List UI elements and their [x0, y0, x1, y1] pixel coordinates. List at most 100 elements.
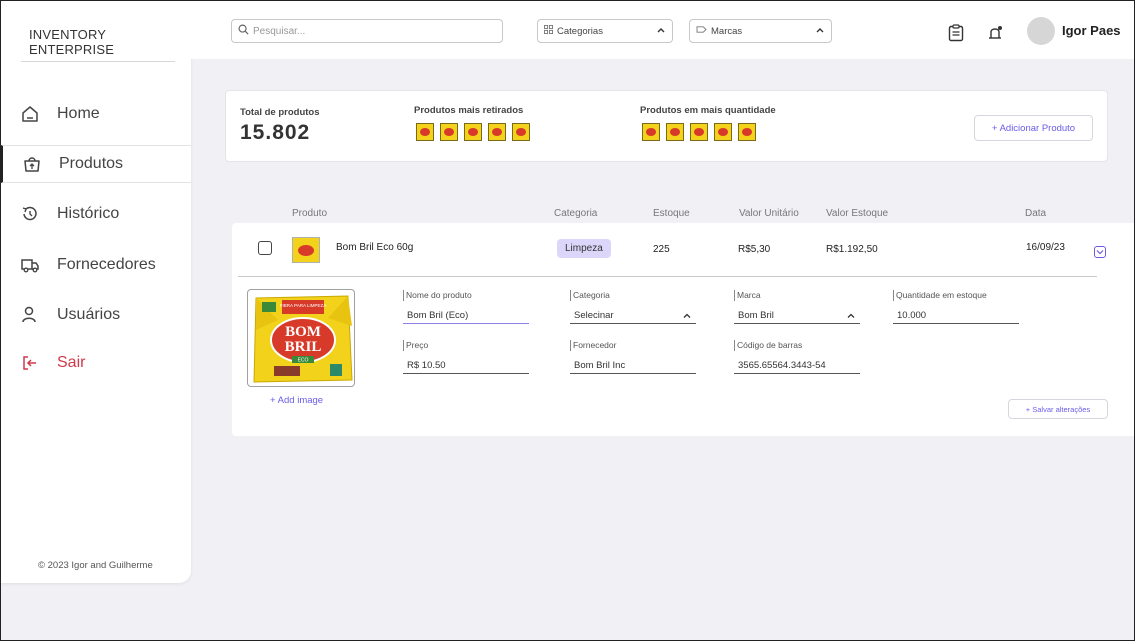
chevron-down-icon [1096, 250, 1104, 255]
divider [238, 276, 1097, 277]
search-input[interactable] [253, 25, 493, 37]
stock-quantity-input[interactable]: 10.000 [893, 307, 1019, 324]
brand-title: INVENTORY ENTERPRISE [29, 27, 115, 57]
product-thumbnail[interactable] [738, 123, 756, 141]
sidebar-item-produtos[interactable]: Produtos [1, 145, 191, 183]
product-thumbnail [292, 237, 320, 263]
search-box[interactable] [231, 19, 503, 43]
brand-select-value[interactable]: Bom Bril [734, 307, 860, 324]
home-icon [19, 103, 41, 125]
field-label: Preço [403, 340, 529, 351]
supplier-input[interactable]: Bom Bril Inc [570, 357, 696, 374]
chevron-up-icon [656, 26, 666, 37]
row-checkbox[interactable] [258, 241, 272, 255]
tag-icon [696, 25, 707, 37]
product-thumbnail[interactable] [464, 123, 482, 141]
column-header-stock: Estoque [653, 208, 690, 219]
product-image: FIBRA PARA LIMPEZA BOM BRIL ECO [247, 289, 355, 387]
product-thumbnail[interactable] [690, 123, 708, 141]
total-products-value: 15.802 [240, 121, 311, 144]
product-thumbnail[interactable] [488, 123, 506, 141]
sidebar-item-label: Home [57, 105, 100, 122]
column-header-stock-value: Valor Estoque [826, 208, 889, 219]
price-field[interactable]: Preço R$ 10.50 [403, 340, 529, 374]
product-thumbnail[interactable] [714, 123, 732, 141]
sidebar-item-home[interactable]: Home [1, 95, 191, 133]
brand-select[interactable]: Marca Bom Bril [734, 290, 860, 324]
row-date: 16/09/23 [1026, 242, 1065, 253]
package-brand-line2: BRIL [285, 339, 322, 355]
most-withdrawn-thumbnails [416, 123, 530, 141]
supplier-field[interactable]: Fornecedor Bom Bril Inc [570, 340, 696, 374]
barcode-field[interactable]: Código de barras 3565.65564.3443-54 [734, 340, 860, 374]
grid-icon [544, 25, 553, 37]
avatar[interactable] [1027, 17, 1055, 45]
row-stock: 225 [653, 244, 670, 255]
chevron-up-icon [847, 313, 855, 318]
chevron-up-icon [815, 26, 825, 37]
package-sub: ECO [298, 358, 309, 364]
add-product-button[interactable]: + Adicionar Produto [974, 115, 1093, 141]
collapse-row-button[interactable] [1094, 246, 1106, 258]
sidebar-item-usuarios[interactable]: Usuários [1, 296, 191, 334]
truck-icon [19, 254, 41, 276]
field-label: Categoria [570, 290, 696, 301]
bell-icon[interactable] [986, 23, 1006, 43]
column-header-product: Produto [292, 208, 328, 219]
bag-icon [21, 153, 43, 175]
chevron-up-icon [683, 313, 691, 318]
sidebar-item-label: Usuários [57, 306, 121, 323]
row-unit-value: R$5,30 [738, 244, 771, 255]
column-header-category: Categoria [554, 208, 598, 219]
brands-dropdown[interactable]: Marcas [689, 19, 832, 43]
column-header-unit-value: Valor Unitário [739, 208, 799, 219]
sidebar-item-historico[interactable]: Histórico [1, 195, 191, 233]
total-products-label: Total de produtos [240, 107, 320, 118]
sidebar-item-label: Histórico [57, 205, 120, 222]
barcode-input[interactable]: 3565.65564.3443-54 [734, 357, 860, 374]
column-header-date: Data [1025, 208, 1047, 219]
most-quantity-label: Produtos em mais quantidade [640, 105, 776, 116]
product-thumbnail[interactable] [642, 123, 660, 141]
price-input[interactable]: R$ 10.50 [403, 357, 529, 374]
package-brand-line1: BOM [285, 324, 321, 340]
category-select-value[interactable]: Selecinar [570, 307, 696, 324]
brands-label: Marcas [711, 25, 743, 37]
add-image-link[interactable]: + Add image [270, 395, 323, 406]
row-product-name: Bom Bril Eco 60g [336, 242, 414, 253]
sidebar: INVENTORY ENTERPRISE Home Produtos Histó… [1, 1, 191, 583]
categories-dropdown[interactable]: Categorias [537, 19, 673, 43]
sidebar-item-fornecedores[interactable]: Fornecedores [1, 246, 191, 284]
category-select[interactable]: Categoria Selecinar [570, 290, 696, 324]
search-icon [238, 22, 249, 40]
product-name-field[interactable]: Nome do produto Bom Bril (Eco) [403, 290, 529, 324]
username[interactable]: Igor Paes [1062, 23, 1121, 38]
copyright: © 2023 Igor and Guilherme [38, 560, 153, 571]
stock-quantity-field[interactable]: Quantidade em estoque 10.000 [893, 290, 1019, 324]
clipboard-icon[interactable] [946, 23, 966, 43]
field-label: Código de barras [734, 340, 860, 351]
field-label: Nome do produto [403, 290, 529, 301]
product-thumbnail[interactable] [416, 123, 434, 141]
product-thumbnail[interactable] [512, 123, 530, 141]
sidebar-item-label: Sair [57, 354, 86, 371]
product-thumbnail[interactable] [440, 123, 458, 141]
divider [21, 61, 175, 62]
field-label: Marca [734, 290, 860, 301]
package-top-text: FIBRA PARA LIMPEZA [280, 303, 326, 308]
top-bar: Categorias Marcas Igor Paes [191, 1, 1134, 59]
logout-icon [19, 352, 41, 374]
table-row: Bom Bril Eco 60g Limpeza 225 R$5,30 R$1.… [232, 223, 1135, 436]
save-changes-button[interactable]: + Salvar alterações [1008, 399, 1108, 419]
user-icon [19, 304, 41, 326]
categories-label: Categorias [557, 25, 603, 37]
field-label: Fornecedor [570, 340, 696, 351]
most-quantity-thumbnails [642, 123, 756, 141]
row-stock-value: R$1.192,50 [826, 244, 878, 255]
product-name-input[interactable]: Bom Bril (Eco) [403, 307, 529, 324]
sidebar-item-sair[interactable]: Sair [1, 344, 191, 382]
category-badge: Limpeza [557, 239, 611, 258]
most-withdrawn-label: Produtos mais retirados [414, 105, 524, 116]
product-thumbnail[interactable] [666, 123, 684, 141]
sidebar-item-label: Fornecedores [57, 256, 156, 273]
